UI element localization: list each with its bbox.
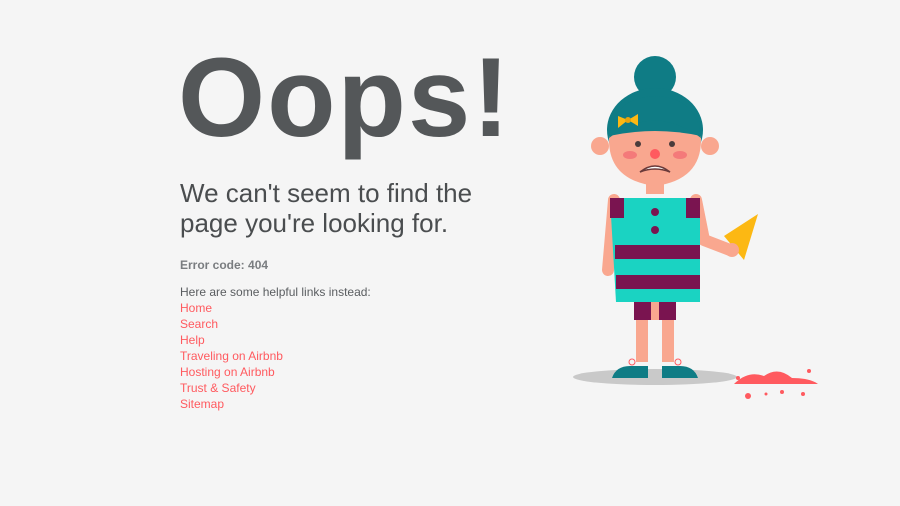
list-item: Trust & Safety <box>180 380 560 396</box>
error-code: Error code: 404 <box>180 258 269 272</box>
home-link[interactable]: Home <box>180 301 212 315</box>
error-message: We can't seem to find the page you're lo… <box>180 178 473 238</box>
list-item: Sitemap <box>180 396 560 412</box>
list-item: Hosting on Airbnb <box>180 364 560 380</box>
trust-safety-link[interactable]: Trust & Safety <box>180 381 256 395</box>
sad-girl-dropped-ice-cream-icon <box>573 56 818 399</box>
search-link[interactable]: Search <box>180 317 218 331</box>
traveling-link[interactable]: Traveling on Airbnb <box>180 349 283 363</box>
list-item: Search <box>180 316 560 332</box>
page-title: Oops! <box>178 35 512 160</box>
error-page: Oops! We can't seem to find the page you… <box>0 0 900 506</box>
hosting-link[interactable]: Hosting on Airbnb <box>180 365 275 379</box>
sitemap-link[interactable]: Sitemap <box>180 397 224 411</box>
list-item: Home <box>180 300 560 316</box>
list-item: Traveling on Airbnb <box>180 348 560 364</box>
helpful-links-intro: Here are some helpful links instead: <box>180 285 371 299</box>
error-content: Oops! We can't seem to find the page you… <box>178 35 560 412</box>
helpful-links-list: Home Search Help Traveling on Airbnb Hos… <box>180 300 560 412</box>
help-link[interactable]: Help <box>180 333 205 347</box>
list-item: Help <box>180 332 560 348</box>
